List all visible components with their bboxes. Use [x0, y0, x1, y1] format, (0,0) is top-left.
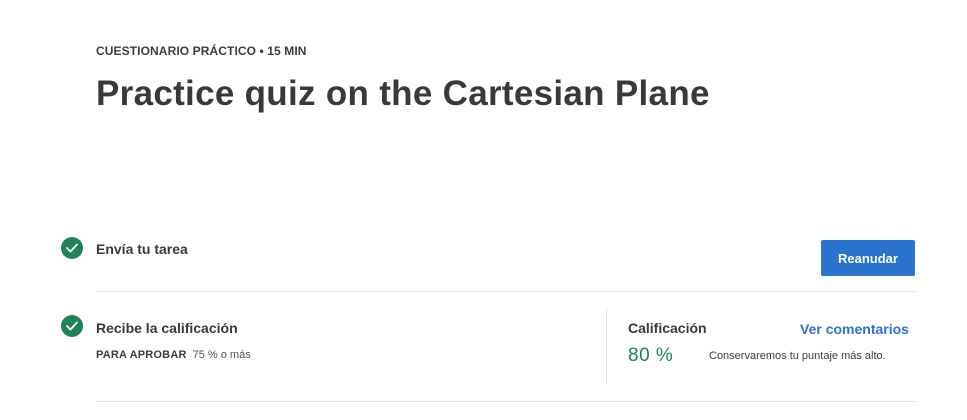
quiz-page: CUESTIONARIO PRÁCTICO • 15 MIN Practice … — [0, 0, 967, 420]
checkmark-icon — [66, 321, 78, 331]
step-grade-title: Recibe la calificación — [96, 320, 238, 336]
check-circle-icon — [61, 237, 83, 259]
checkmark-icon — [66, 243, 78, 253]
passing-value: 75 % o más — [192, 349, 251, 361]
divider — [96, 401, 915, 402]
page-title: Practice quiz on the Cartesian Plane — [96, 74, 710, 113]
step-submit-title: Envía tu tarea — [96, 241, 188, 257]
grade-label: Calificación — [628, 320, 707, 336]
vertical-divider — [606, 309, 607, 383]
passing-requirement: PARA APROBAR 75 % o más — [96, 349, 251, 361]
grade-value: 80 % — [628, 345, 674, 366]
resume-button[interactable]: Reanudar — [821, 240, 915, 276]
passing-label: PARA APROBAR — [96, 349, 187, 361]
highest-score-note: Conservaremos tu puntaje más alto. — [709, 350, 886, 362]
view-feedback-link[interactable]: Ver comentarios — [800, 321, 909, 337]
quiz-eyebrow: CUESTIONARIO PRÁCTICO • 15 MIN — [96, 44, 307, 58]
check-circle-icon — [61, 315, 83, 337]
divider — [96, 291, 915, 292]
